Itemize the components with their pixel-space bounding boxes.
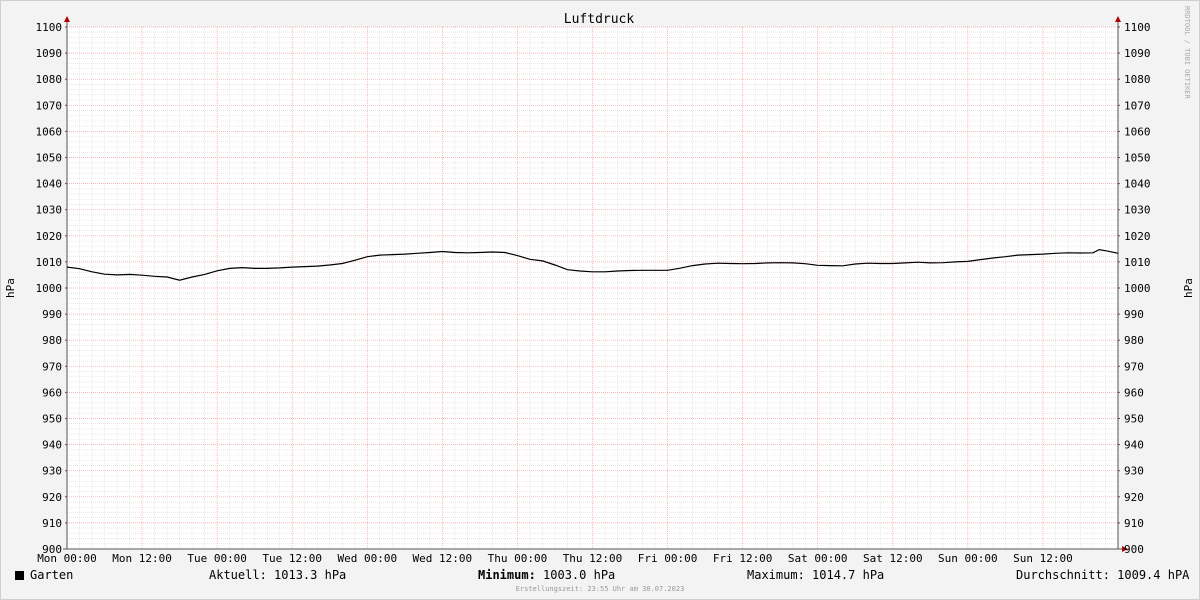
x-tick-label: Fri 12:00 <box>713 552 773 565</box>
y-tick-label-left: 1040 <box>36 178 63 191</box>
y-axis-label-left: hPa <box>4 278 17 298</box>
y-tick-label-right: 900 <box>1124 543 1144 556</box>
x-tick-label: Mon 12:00 <box>112 552 172 565</box>
y-axis-label-right: hPa <box>1182 278 1195 298</box>
y-tick-label-right: 940 <box>1124 439 1144 452</box>
y-tick-label-right: 960 <box>1124 386 1144 399</box>
y-tick-label-left: 910 <box>42 517 62 530</box>
legend-maximum: Maximum: 1014.7 hPa <box>747 568 885 582</box>
legend-average: Durchschnitt: 1009.4 hPA <box>1016 568 1190 582</box>
y-tick-label-left: 950 <box>42 413 62 426</box>
y-tick-label-left: 920 <box>42 491 62 504</box>
y-tick-label-right: 990 <box>1124 308 1144 321</box>
x-tick-label: Thu 12:00 <box>563 552 623 565</box>
y-tick-label-left: 1050 <box>36 152 63 165</box>
y-tick-label-right: 920 <box>1124 491 1144 504</box>
y-tick-label-right: 1090 <box>1124 47 1151 60</box>
y-tick-label-left: 1020 <box>36 230 63 243</box>
y-tick-label-left: 1060 <box>36 125 63 138</box>
y-tick-label-right: 1060 <box>1124 125 1151 138</box>
legend-minimum: Minimum: 1003.0 hPa <box>478 568 615 582</box>
y-tick-label-left: 1090 <box>36 47 63 60</box>
legend-footer: Garten Aktuell: 1013.3 hPa Minimum: 1003… <box>0 566 1200 586</box>
x-tick-label: Wed 00:00 <box>337 552 397 565</box>
y-tick-label-right: 1100 <box>1124 21 1151 34</box>
y-tick-label-left: 1070 <box>36 99 63 112</box>
y-tick-label-left: 980 <box>42 334 62 347</box>
legend-current: Aktuell: 1013.3 hPa <box>209 568 347 582</box>
y-tick-label-right: 910 <box>1124 517 1144 530</box>
y-tick-label-left: 1030 <box>36 204 63 217</box>
x-tick-label: Wed 12:00 <box>413 552 473 565</box>
y-tick-label-left: 970 <box>42 360 62 373</box>
y-tick-label-right: 1020 <box>1124 230 1151 243</box>
y-tick-label-right: 1050 <box>1124 152 1151 165</box>
legend-series-label: Garten <box>30 568 74 582</box>
y-tick-label-right: 1010 <box>1124 256 1151 269</box>
rrdtool-credit: RRDTOOL / TOBI OETIKER <box>1183 6 1191 99</box>
y-tick-label-right: 1030 <box>1124 204 1151 217</box>
x-tick-label: Sun 00:00 <box>938 552 998 565</box>
x-tick-label: Tue 12:00 <box>262 552 322 565</box>
legend-minimum-value: 1003.0 hPa <box>543 568 616 582</box>
y-tick-label-right: 1080 <box>1124 73 1151 86</box>
y-tick-label-left: 1100 <box>36 21 63 34</box>
y-tick-label-left: 940 <box>42 439 62 452</box>
y-tick-label-right: 980 <box>1124 334 1144 347</box>
y-tick-label-left: 930 <box>42 465 62 478</box>
y-tick-label-right: 1040 <box>1124 178 1151 191</box>
y-tick-label-right: 970 <box>1124 360 1144 373</box>
x-tick-label: Thu 00:00 <box>488 552 548 565</box>
x-tick-label: Sat 00:00 <box>788 552 848 565</box>
y-tick-label-right: 1000 <box>1124 282 1151 295</box>
legend-swatch <box>15 571 24 580</box>
x-tick-label: Mon 00:00 <box>37 552 97 565</box>
y-tick-label-left: 1000 <box>36 282 63 295</box>
x-tick-label: Fri 00:00 <box>638 552 698 565</box>
y-tick-label-left: 1080 <box>36 73 63 86</box>
y-tick-label-left: 960 <box>42 386 62 399</box>
y-tick-label-right: 1070 <box>1124 99 1151 112</box>
y-tick-label-right: 950 <box>1124 413 1144 426</box>
chart-title: Luftdruck <box>564 12 635 27</box>
y-tick-label-left: 990 <box>42 308 62 321</box>
y-tick-label-right: 930 <box>1124 465 1144 478</box>
legend-series: Garten <box>15 568 73 582</box>
x-tick-label: Sun 12:00 <box>1013 552 1073 565</box>
pressure-chart: 900 910 920 930 940 950 960 970 980 990 1000 1010 10… <box>0 0 1200 600</box>
x-tick-label: Tue 00:00 <box>187 552 247 565</box>
x-tick-label: Sat 12:00 <box>863 552 923 565</box>
legend-minimum-label: Minimum: <box>478 568 536 582</box>
y-tick-label-left: 1010 <box>36 256 63 269</box>
creation-time: Erstellungszeit: 23:55 Uhr am 30.07.2023 <box>515 585 685 593</box>
